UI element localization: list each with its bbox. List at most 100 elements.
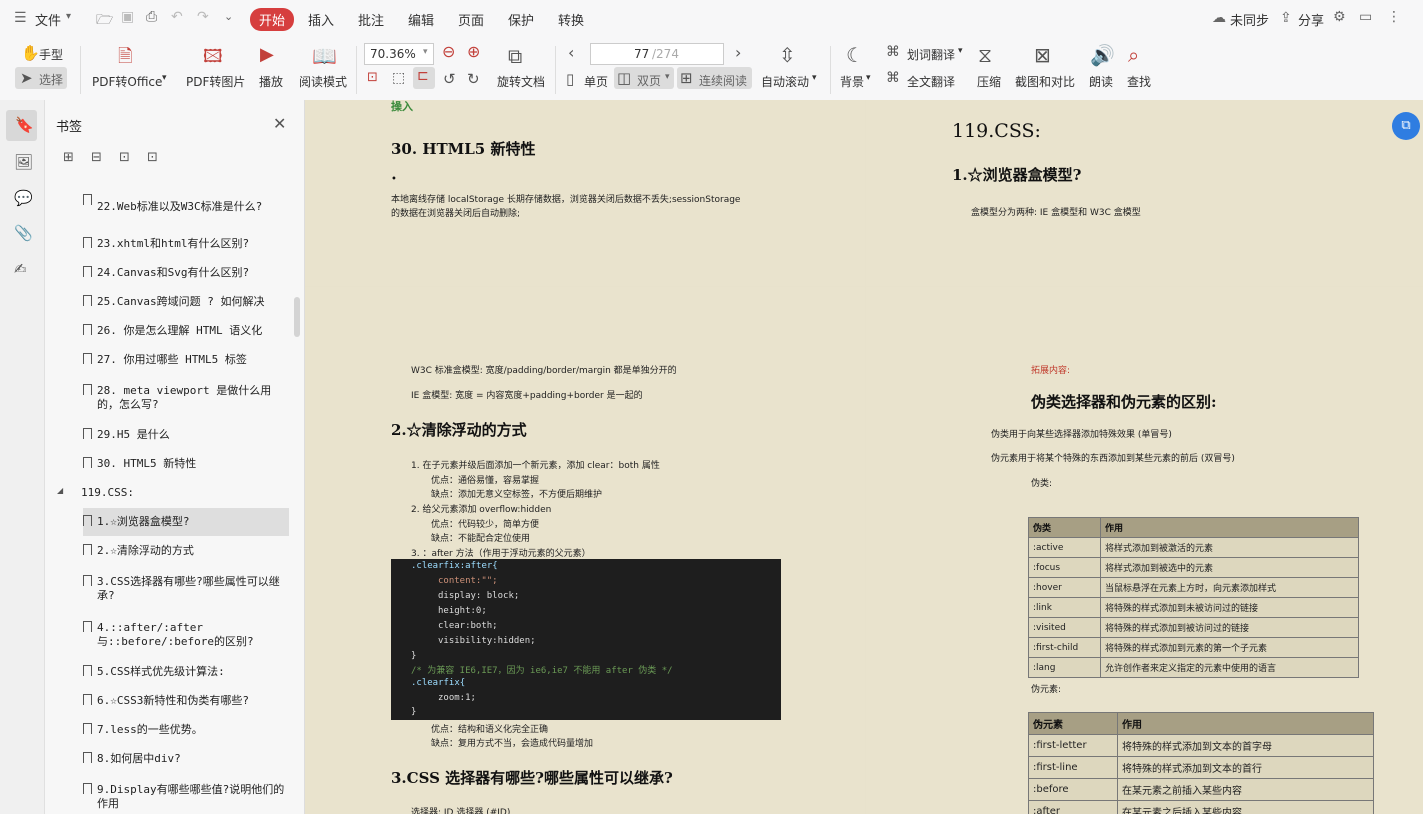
add-bookmark-icon[interactable]: ⊡ (119, 150, 130, 165)
tab-protect[interactable]: 保护 (508, 10, 534, 29)
single-page-button[interactable]: 单页 (584, 73, 608, 90)
bookmark-item[interactable]: 5.CSS样式优先级计算法: (97, 665, 304, 679)
table-row: :lang 允许创作者来定义指定的元素中使用的语言 (1028, 657, 1359, 678)
chevron-down-icon[interactable]: ▾ (812, 73, 817, 83)
redo-icon[interactable]: ↷ (197, 9, 209, 25)
expand-all-icon[interactable]: ⊞ (63, 150, 74, 165)
screenshot-button[interactable]: 截图和对比 (1015, 73, 1075, 90)
hand-tool-label[interactable]: 手型 (39, 46, 63, 63)
file-menu[interactable]: 文件 (35, 10, 61, 29)
sync-status[interactable]: 未同步 (1230, 10, 1269, 29)
tab-insert[interactable]: 插入 (308, 10, 334, 29)
open-folder-icon[interactable]: 🗁 (96, 9, 113, 33)
settings-icon[interactable]: ⚙ (1333, 9, 1346, 25)
rotate-doc-button[interactable]: 旋转文档 (497, 73, 545, 90)
bookmark-item[interactable]: 24.Canvas和Svg有什么区别? (97, 266, 304, 280)
save-icon[interactable]: ▣ (121, 9, 134, 25)
rotate-left-icon[interactable]: ↺ (443, 70, 456, 88)
bookmark-item[interactable]: 26. 你是怎么理解 HTML 语义化 (97, 324, 304, 338)
bookmark-item[interactable]: 3.CSS选择器有哪些?哪些属性可以继承? (97, 575, 287, 603)
word-translate-button[interactable]: 划词翻译 (907, 46, 955, 63)
share-button[interactable]: 分享 (1298, 10, 1324, 29)
more-icon[interactable]: ⌄ (224, 10, 233, 23)
table-cell: :first-letter (1028, 734, 1118, 757)
heading-119: 119.CSS: (952, 120, 1041, 142)
rotate-right-icon[interactable]: ↻ (467, 70, 480, 88)
continuous-icon: ⊞ (680, 69, 693, 87)
auto-scroll-button[interactable]: 自动滚动 (761, 73, 809, 90)
bookmark-item[interactable]: 7.less的一些优势。 (97, 723, 304, 737)
bookmark-item[interactable]: 9.Display有哪些哪些值?说明他们的作用 (97, 783, 287, 811)
prev-page-icon[interactable]: ‹ (568, 43, 574, 62)
compress-button[interactable]: 压缩 (977, 73, 1001, 90)
bookmark-icon (83, 295, 92, 306)
chevron-down-icon[interactable]: ▾ (866, 73, 871, 83)
bookmark-item[interactable]: 30. HTML5 新特性 (97, 457, 304, 471)
double-page-button[interactable]: ◫ 双页 ▾ (614, 67, 674, 89)
next-page-icon[interactable]: › (735, 43, 741, 62)
play-button[interactable]: 播放 (259, 73, 283, 90)
chevron-down-icon[interactable]: ▾ (66, 11, 71, 22)
bookmark-item[interactable]: 27. 你用过哪些 HTML5 标签 (97, 353, 304, 367)
chevron-down-icon[interactable]: ▾ (162, 73, 167, 83)
fit-width-button[interactable]: ⊏ (413, 67, 435, 89)
kebab-menu-icon[interactable]: ⋮ (1387, 9, 1401, 25)
float-tool-icon[interactable]: ⧉ (1392, 112, 1420, 140)
background-button[interactable]: 背景 (840, 73, 864, 90)
collapse-triangle-icon[interactable]: ◢ (57, 486, 63, 495)
full-translate-button[interactable]: 全文翻译 (907, 73, 955, 90)
tab-convert[interactable]: 转换 (558, 10, 584, 29)
bookmark-item[interactable]: 25.Canvas跨域问题 ? 如何解决 (97, 295, 304, 309)
bookmark-item[interactable]: 1.☆浏览器盒模型? (97, 515, 304, 529)
comment-icon[interactable]: ▭ (1359, 9, 1372, 25)
delete-bookmark-icon[interactable]: ⊡ (147, 150, 158, 165)
bookmark-item[interactable]: 2.☆清除浮动的方式 (97, 544, 304, 558)
bookmark-item[interactable]: 28. meta viewport 是做什么用的，怎么写? (97, 384, 287, 412)
menu-icon[interactable]: ☰ (14, 10, 27, 26)
table-cell: 将样式添加到被选中的元素 (1100, 557, 1359, 578)
actual-size-icon[interactable]: ⊡ (367, 70, 378, 85)
table-cell: :lang (1028, 657, 1101, 678)
continuous-read-button[interactable]: ⊞ 连续阅读 (677, 67, 752, 89)
tab-edit[interactable]: 编辑 (408, 10, 434, 29)
bookmark-rail-button[interactable]: 🔖 (6, 110, 37, 141)
select-tool-button[interactable]: ➤ 选择 (15, 67, 67, 89)
share-icon[interactable]: ⇪ (1280, 10, 1292, 26)
bookmark-item[interactable]: 22.Web标准以及W3C标准是什么? (97, 200, 304, 214)
pdf-to-image-button[interactable]: PDF转图片 (186, 73, 245, 90)
close-icon[interactable]: ✕ (273, 114, 286, 133)
table-cell: 将特殊的样式添加到文本的首字母 (1117, 734, 1374, 757)
bookmark-item[interactable]: 29.H5 是什么 (97, 428, 304, 442)
undo-icon[interactable]: ↶ (171, 9, 183, 25)
comment-icon[interactable]: 💬 (14, 189, 33, 207)
fit-page-icon[interactable]: ⬚ (392, 70, 405, 86)
bookmark-item[interactable]: 8.如何居中div? (97, 752, 304, 766)
zoom-out-icon[interactable]: ⊖ (442, 42, 455, 61)
full-translate-icon: ⌘ (886, 70, 900, 86)
print-icon[interactable]: ⎙ (146, 9, 157, 25)
tab-page[interactable]: 页面 (458, 10, 484, 29)
chevron-down-icon[interactable]: ▾ (958, 46, 963, 56)
signature-icon[interactable]: ✍ (14, 260, 27, 278)
bookmark-item[interactable]: 4.::after/:after与::before/:before的区别? (97, 621, 287, 649)
bookmark-item[interactable]: 6.☆CSS3新特性和伪类有哪些? (97, 694, 304, 708)
pdf-to-office-button[interactable]: PDF转Office (92, 73, 162, 90)
find-button[interactable]: 查找 (1127, 73, 1151, 90)
collapse-all-icon[interactable]: ⊟ (91, 150, 102, 165)
zoom-in-icon[interactable]: ⊕ (467, 42, 480, 61)
code-line: } (411, 707, 417, 717)
zoom-select[interactable]: 70.36% ▾ (364, 43, 434, 65)
page-number-input[interactable]: 77 /274 (590, 43, 724, 65)
body-line: 1. 在子元素并级后面添加一个新元素，添加 clear：both 属性 (411, 461, 660, 471)
cloud-icon[interactable]: ☁ (1212, 10, 1226, 26)
page-top-left: 操入 30. HTML5 新特性 • 本地离线存储 localStorage 长… (305, 100, 865, 286)
tab-annotate[interactable]: 批注 (358, 10, 384, 29)
tab-start[interactable]: 开始 (250, 8, 295, 31)
document-view[interactable]: 操入 30. HTML5 新特性 • 本地离线存储 localStorage 长… (305, 100, 1423, 814)
thumbnail-icon[interactable]: 🖼 (14, 153, 33, 171)
read-aloud-button[interactable]: 朗读 (1089, 73, 1113, 90)
attachment-icon[interactable]: 📎 (14, 224, 33, 242)
bookmark-section[interactable]: 119.CSS: (81, 486, 291, 500)
bookmark-item[interactable]: 23.xhtml和html有什么区别? (97, 237, 304, 251)
read-mode-button[interactable]: 阅读模式 (299, 73, 347, 90)
